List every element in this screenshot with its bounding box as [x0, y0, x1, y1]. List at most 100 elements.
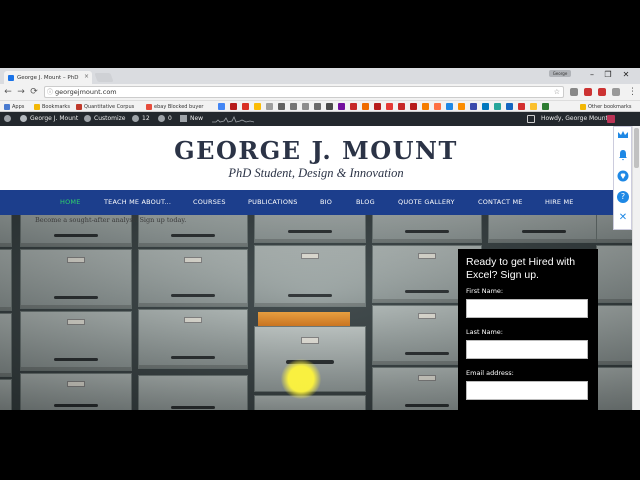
home-icon [20, 115, 27, 122]
bookmark-yahoo-icon[interactable] [338, 103, 345, 110]
brush-icon [84, 115, 91, 122]
bookmark-favicon-icon[interactable] [398, 103, 405, 110]
bookmark-star-icon[interactable]: ☆ [554, 87, 560, 98]
extension-icon[interactable] [570, 88, 578, 96]
site-title[interactable]: GEORGE J. MOUNT [0, 136, 632, 165]
wp-admin-bar: George J. Mount Customize 12 0 New Howdy… [0, 112, 640, 126]
bookmark-favicon-icon[interactable] [374, 103, 381, 110]
last-name-input[interactable] [466, 340, 588, 359]
browser-tab[interactable]: George J. Mount – PhD × [4, 71, 92, 84]
bookmark-favicon-icon[interactable] [278, 103, 285, 110]
nav-blog[interactable]: BLOG [356, 190, 375, 215]
wp-search-icon[interactable] [527, 115, 535, 123]
bookmark-ebay[interactable]: ebay Blocked buyer [146, 102, 203, 111]
help-icon[interactable]: ? [617, 191, 629, 203]
nav-teach-me-about[interactable]: TEACH ME ABOUT... [104, 190, 171, 215]
nav-publications[interactable]: PUBLICATIONS [248, 190, 298, 215]
avatar[interactable] [607, 115, 615, 123]
bookmark-favicon-icon[interactable] [446, 103, 453, 110]
bookmark-favicon-icon[interactable] [254, 103, 261, 110]
extension-icon[interactable] [598, 88, 606, 96]
bookmark-google-icon[interactable] [218, 103, 225, 110]
folder-icon [580, 103, 586, 110]
bookmark-favicon-icon[interactable] [302, 103, 309, 110]
nav-quote-gallery[interactable]: QUOTE GALLERY [398, 190, 455, 215]
minimize-button[interactable]: – [585, 70, 599, 80]
bookmark-favicon-icon[interactable] [470, 103, 477, 110]
video-letterbox-bottom [0, 410, 640, 480]
bookmark-favicon-icon[interactable] [230, 103, 237, 110]
diamond-icon[interactable] [617, 170, 629, 182]
wp-howdy[interactable]: Howdy, George Mount [541, 112, 608, 126]
site-nav: HOME TEACH ME ABOUT... COURSES PUBLICATI… [0, 190, 632, 215]
stats-sparkline[interactable] [212, 115, 256, 123]
close-icon[interactable]: ✕ [617, 212, 629, 224]
bookmark-quantitative-corpus[interactable]: Quantitative Corpus [76, 102, 134, 111]
bookmark-favicon-icon[interactable] [386, 103, 393, 110]
bookmark-favicon-icon[interactable] [458, 103, 465, 110]
nav-hire-me[interactable]: HIRE ME [545, 190, 574, 215]
wp-site-name[interactable]: George J. Mount [20, 112, 78, 126]
first-name-input[interactable] [466, 299, 588, 318]
forward-button[interactable]: → [16, 86, 26, 98]
bookmark-favicon-icon[interactable] [266, 103, 273, 110]
bookmark-favicon-icon[interactable] [518, 103, 525, 110]
site-info-icon[interactable]: ⓘ [47, 87, 53, 98]
bookmark-favicon-icon[interactable] [314, 103, 321, 110]
wp-new[interactable]: New [180, 112, 203, 126]
bell-icon[interactable] [617, 149, 629, 161]
browser-window: George J. Mount – PhD × George – ❐ ✕ ← →… [0, 68, 640, 410]
nav-courses[interactable]: COURSES [193, 190, 226, 215]
bookmark-favicon-icon[interactable] [506, 103, 513, 110]
email-input[interactable] [466, 381, 588, 400]
wp-customize[interactable]: Customize [84, 112, 126, 126]
bookmark-favicon-icon[interactable] [542, 103, 549, 110]
floating-toolbar: ? ✕ [613, 126, 632, 230]
bookmark-favicon-icon[interactable] [290, 103, 297, 110]
nav-contact-me[interactable]: CONTACT ME [478, 190, 523, 215]
tab-close-icon[interactable]: × [84, 73, 89, 80]
bookmark-favicon-icon[interactable] [422, 103, 429, 110]
new-tab-button[interactable] [94, 73, 114, 82]
reload-button[interactable]: ⟳ [29, 86, 39, 98]
updates-icon [132, 115, 139, 122]
cursor-highlight [281, 359, 321, 399]
bookmark-favicon-icon [146, 103, 152, 110]
wp-updates[interactable]: 12 [132, 112, 150, 126]
wp-comments[interactable]: 0 [158, 112, 172, 126]
extension-icon[interactable] [612, 88, 620, 96]
signup-form: Ready to get Hired with Excel? Sign up. … [458, 249, 598, 410]
profile-button[interactable]: George [549, 70, 571, 77]
bookmark-favicon-icon[interactable] [350, 103, 357, 110]
bookmark-apps[interactable]: Apps [4, 102, 24, 111]
tab-title: George J. Mount – PhD [17, 74, 79, 81]
bookmark-favicon-icon[interactable] [410, 103, 417, 110]
nav-bio[interactable]: BIO [320, 190, 332, 215]
plus-icon [180, 115, 187, 122]
address-bar[interactable]: ⓘ georgejmount.com ☆ [44, 86, 564, 98]
browser-menu-icon[interactable]: ⋮ [628, 86, 637, 98]
bookmark-favicon-icon[interactable] [530, 103, 537, 110]
apps-icon [4, 103, 10, 110]
extension-icon[interactable] [584, 88, 592, 96]
bookmark-favicon-icon[interactable] [494, 103, 501, 110]
bookmark-gmail-icon[interactable] [242, 103, 249, 110]
bookmark-favicon-icon[interactable] [326, 103, 333, 110]
wp-logo-icon[interactable] [4, 112, 14, 126]
tab-strip: George J. Mount – PhD × George – ❐ ✕ [0, 68, 640, 84]
scrollbar-thumb[interactable] [634, 128, 639, 168]
bookmark-favicon-icon [76, 103, 82, 110]
back-button[interactable]: ← [3, 86, 13, 98]
bookmark-favicon-icon[interactable] [482, 103, 489, 110]
bookmark-favicon-icon[interactable] [434, 103, 441, 110]
maximize-button[interactable]: ❐ [601, 70, 615, 80]
signup-headline: Ready to get Hired with Excel? Sign up. [466, 256, 576, 281]
video-letterbox-top [0, 0, 640, 68]
page-scrollbar[interactable] [632, 126, 640, 410]
crown-icon[interactable] [617, 130, 629, 142]
bookmark-favicon-icon[interactable] [362, 103, 369, 110]
nav-home[interactable]: HOME [60, 190, 81, 215]
bookmark-bookmarks[interactable]: Bookmarks [34, 102, 70, 111]
close-window-button[interactable]: ✕ [619, 70, 633, 80]
bookmark-other[interactable]: Other bookmarks [580, 102, 631, 111]
